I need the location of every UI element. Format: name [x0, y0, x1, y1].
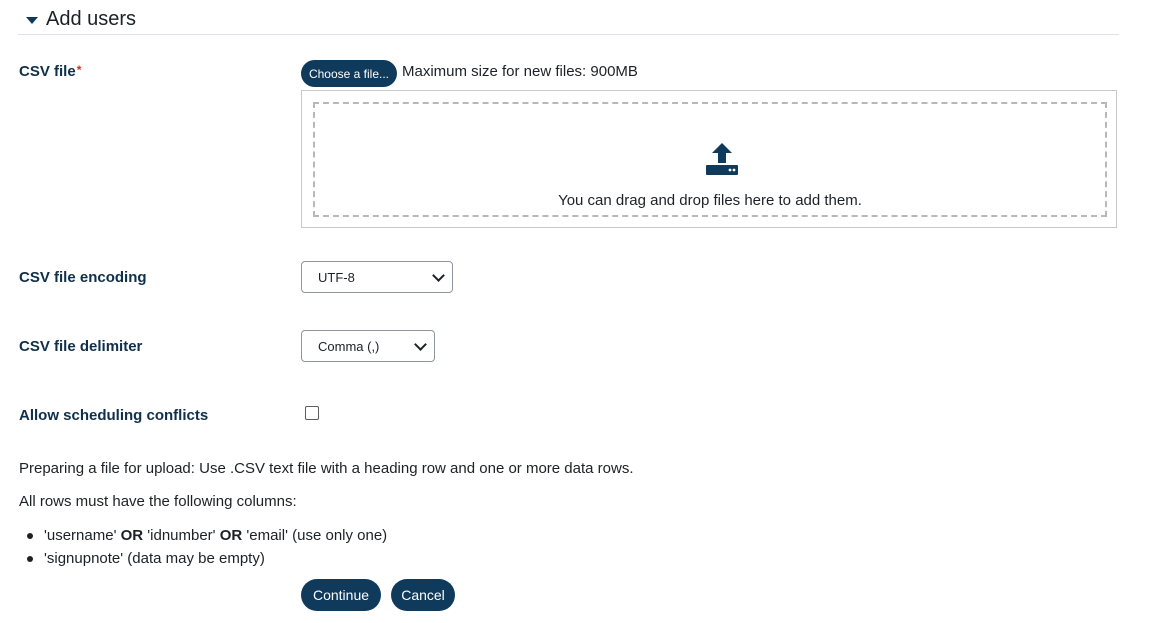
csv-delimiter-value: Comma (,)	[318, 338, 380, 354]
chevron-down-icon	[414, 338, 427, 351]
column-text: 'idnumber'	[143, 527, 220, 544]
column-text: 'email' (use only one)	[242, 527, 388, 544]
scheduling-conflicts-checkbox[interactable]	[305, 406, 319, 420]
dropzone-text: You can drag and drop files here to add …	[558, 192, 862, 209]
csv-delimiter-label: CSV file delimiter	[19, 338, 143, 355]
scheduling-conflicts-label: Allow scheduling conflicts	[19, 407, 209, 424]
caret-down-icon[interactable]	[26, 17, 38, 24]
file-dropzone[interactable]: You can drag and drop files here to add …	[301, 90, 1117, 228]
or-text: OR	[120, 527, 144, 544]
csv-encoding-select[interactable]: UTF-8	[301, 261, 453, 293]
column-text: 'signupnote' (data may be empty)	[44, 550, 265, 567]
required-icon: *	[76, 63, 82, 77]
chevron-down-icon	[432, 269, 445, 282]
csv-encoding-value: UTF-8	[318, 269, 355, 285]
columns-intro-text: All rows must have the following columns…	[19, 493, 297, 510]
dropzone-area[interactable]: You can drag and drop files here to add …	[313, 102, 1107, 217]
upload-help-text: Preparing a file for upload: Use .CSV te…	[19, 460, 634, 477]
csv-encoding-label: CSV file encoding	[19, 269, 147, 286]
csv-delimiter-select[interactable]: Comma (,)	[301, 330, 435, 362]
section-title: Add users	[46, 8, 137, 30]
csv-file-label-text: CSV file	[19, 63, 76, 80]
or-text: OR	[219, 527, 243, 544]
list-item: 'username' OR 'idnumber' OR 'email' (use…	[19, 524, 387, 547]
required-columns-list: 'username' OR 'idnumber' OR 'email' (use…	[19, 524, 387, 570]
max-size-text: Maximum size for new files: 900MB	[402, 63, 638, 80]
choose-file-button[interactable]: Choose a file...	[301, 60, 397, 87]
upload-icon	[706, 143, 738, 175]
csv-file-label: CSV file*	[19, 63, 81, 80]
add-users-form: Add users CSV file* Choose a file... Max…	[0, 0, 1154, 623]
list-item: 'signupnote' (data may be empty)	[19, 547, 387, 570]
column-text: 'username'	[44, 527, 121, 544]
cancel-button[interactable]: Cancel	[391, 579, 455, 611]
continue-button[interactable]: Continue	[301, 579, 381, 611]
section-divider	[18, 34, 1119, 35]
section-toggle[interactable]: Add users	[26, 8, 136, 31]
